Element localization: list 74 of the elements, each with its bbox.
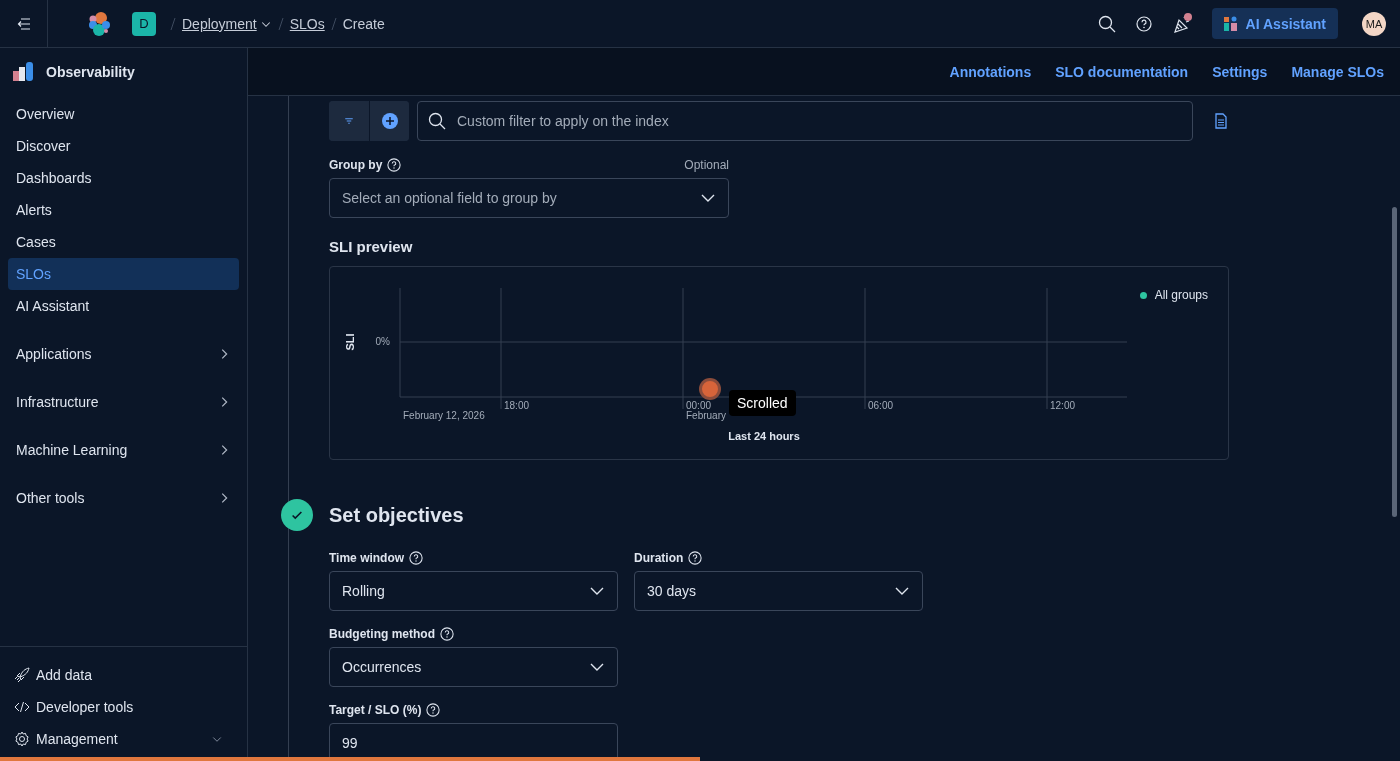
observability-logo-icon xyxy=(12,61,34,83)
ai-assistant-button[interactable]: AI Assistant xyxy=(1211,8,1338,39)
plus-icon xyxy=(381,113,398,129)
help-icon[interactable] xyxy=(688,551,703,565)
axis-title: Last 24 hours xyxy=(728,430,800,442)
sidebar-item[interactable]: Machine Learning xyxy=(8,426,239,474)
search-icon[interactable] xyxy=(1097,14,1116,33)
legend-label[interactable]: All groups xyxy=(1154,288,1208,302)
sidebar-title: Observability xyxy=(46,64,135,80)
scrollbar[interactable] xyxy=(1392,207,1397,517)
help-icon[interactable] xyxy=(1135,15,1152,32)
sidebar-item[interactable]: Applications xyxy=(8,330,239,378)
field-label: Time window xyxy=(329,551,405,565)
help-icon[interactable] xyxy=(426,703,441,717)
help-icon[interactable] xyxy=(440,627,454,641)
breadcrumb-separator-icon xyxy=(330,16,337,31)
select-field[interactable]: Select an optional field to group by xyxy=(329,178,729,218)
optional-hint: Optional xyxy=(684,158,729,172)
axis-tick-label: 0% xyxy=(375,336,390,347)
rocket-icon xyxy=(14,667,30,683)
header-link[interactable]: SLO documentation xyxy=(1055,63,1189,80)
breadcrumb-link[interactable]: Deployment xyxy=(182,15,272,32)
logo-icon[interactable] xyxy=(86,10,112,37)
axis-tick-label: 06:00 xyxy=(868,400,894,411)
axis-title: SLI xyxy=(344,333,356,351)
sidebar-item[interactable]: Alerts xyxy=(8,194,239,226)
help-icon[interactable] xyxy=(409,551,424,565)
search-icon xyxy=(428,112,446,130)
sidebar-item[interactable]: Developer tools xyxy=(8,691,239,723)
axis-tick-label: 00:00 xyxy=(686,400,712,411)
field-label: Budgeting method xyxy=(329,627,435,641)
user-avatar[interactable]: MA xyxy=(1362,11,1386,36)
header-link[interactable]: Manage SLOs xyxy=(1291,63,1384,80)
tooltip: Scrolled xyxy=(729,390,796,416)
party-popper-icon[interactable] xyxy=(1171,12,1194,35)
gear-icon xyxy=(14,731,30,747)
field-label: Duration xyxy=(634,551,684,565)
add-filter-button[interactable] xyxy=(369,101,409,141)
filter-icon xyxy=(343,115,355,127)
sidebar-item[interactable]: Management xyxy=(8,723,239,755)
axis-date-label: February 12, 2026 xyxy=(403,410,485,421)
collapse-menu-icon[interactable] xyxy=(15,15,32,32)
select-field[interactable]: Rolling xyxy=(329,571,618,611)
breadcrumb-link[interactable]: SLOs xyxy=(289,15,325,32)
breadcrumb-separator-icon xyxy=(170,16,176,31)
sidebar-item[interactable]: SLOs xyxy=(8,258,239,290)
breadcrumb-separator-icon xyxy=(277,16,284,31)
field-label: Group by xyxy=(329,158,383,172)
header-link[interactable]: Annotations xyxy=(949,63,1032,80)
field-label: Target / SLO (%) xyxy=(329,703,422,717)
select-field[interactable]: 30 days xyxy=(634,571,923,611)
step-title: Set objectives xyxy=(329,503,464,527)
sidebar-item[interactable]: Overview xyxy=(8,98,239,130)
axis-tick-label: 18:00 xyxy=(504,400,530,411)
deployment-badge[interactable]: D xyxy=(132,11,156,36)
filter-search-field[interactable]: Custom filter to apply on the index xyxy=(417,101,1193,141)
sidebar-item[interactable]: Add data xyxy=(8,659,239,691)
breadcrumb-current: Create xyxy=(342,15,385,32)
sidebar-item[interactable]: AI Assistant xyxy=(8,290,239,322)
code-icon xyxy=(14,699,30,715)
sidebar-item[interactable]: Cases xyxy=(8,226,239,258)
axis-tick-label: 12:00 xyxy=(1050,400,1076,411)
sidebar-item[interactable]: Dashboards xyxy=(8,162,239,194)
section-title: SLI preview xyxy=(329,238,414,255)
sidebar-item[interactable]: Other tools xyxy=(8,474,239,522)
select-field[interactable]: Occurrences xyxy=(329,647,618,687)
document-icon[interactable] xyxy=(1213,113,1229,129)
axis-date-label: February xyxy=(686,410,726,421)
help-icon[interactable] xyxy=(387,158,402,172)
sidebar-item[interactable]: Discover xyxy=(8,130,239,162)
click-indicator xyxy=(699,378,721,400)
sidebar-item[interactable]: Infrastructure xyxy=(8,378,239,426)
assistant-logo-icon xyxy=(1223,15,1238,32)
header-link[interactable]: Settings xyxy=(1212,63,1268,80)
